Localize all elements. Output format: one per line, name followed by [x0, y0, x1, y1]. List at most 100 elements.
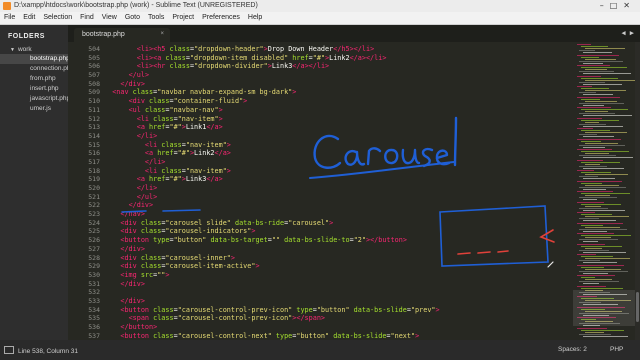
code-line[interactable]: <li><h5 class="dropdown-header">Drop Dow… [104, 45, 440, 54]
code-line[interactable]: <img src=""> [104, 271, 440, 280]
code-editor[interactable]: 504 505 506 507 508 509 510 511 512 513 514 515 516 5… [68, 42, 573, 340]
code-line[interactable]: <li class="nav-item"> [104, 167, 440, 176]
menu-help[interactable]: Help [244, 12, 266, 21]
minimap-line [579, 218, 599, 220]
minimize-icon[interactable]: – [600, 1, 610, 10]
close-icon[interactable]: ✕ [623, 1, 636, 10]
tab-bootstrap[interactable]: bootstrap.php × [74, 28, 170, 42]
sidebar-file-from[interactable]: from.php [0, 74, 68, 84]
code-line[interactable]: </button> [104, 323, 440, 332]
code-line[interactable]: <button type="button" data-bs-target="" … [104, 236, 440, 245]
minimap-line [577, 170, 594, 171]
minimap-line [583, 188, 606, 190]
menu-tools[interactable]: Tools [144, 12, 168, 21]
minimap-line [583, 146, 605, 148]
code-line[interactable]: <button class="carousel-control-next" ty… [104, 332, 440, 340]
minimap-line [577, 117, 602, 119]
menu-view[interactable]: View [98, 12, 121, 21]
code-line[interactable]: </div> [104, 80, 440, 89]
minimap-line [583, 115, 632, 117]
sidebar-file-umer[interactable]: umer.js [0, 104, 68, 114]
minimap-line [577, 285, 606, 287]
minimap-viewport[interactable] [573, 290, 635, 326]
menu-selection[interactable]: Selection [39, 12, 76, 21]
minimap-line [579, 144, 625, 146]
line-number: 514 [88, 131, 100, 140]
minimap[interactable] [573, 42, 635, 340]
code-line[interactable]: <button class="carousel-control-prev-ico… [104, 306, 439, 315]
minimap-line [579, 176, 598, 178]
code-line[interactable]: </ul> [104, 193, 440, 202]
minimap-line [579, 281, 619, 283]
syntax-setting[interactable]: PHP [610, 346, 623, 353]
menu-project[interactable]: Project [168, 12, 198, 21]
sidebar-file-javascript[interactable]: javascript.php [0, 94, 70, 104]
code-line[interactable]: <div class="container-fluid"> [104, 97, 440, 106]
code-line[interactable]: </nav> [104, 210, 440, 219]
folder-work[interactable]: ▼ work [0, 43, 68, 54]
code-line[interactable]: <div class="carousel slide" data-bs-ride… [104, 219, 440, 228]
code-line[interactable]: </ul> [104, 71, 440, 80]
minimap-line [577, 128, 593, 129]
minimap-line [585, 247, 602, 249]
tab-close-icon[interactable]: × [160, 31, 164, 37]
code-line[interactable]: <span class="carousel-control-prev-icon"… [104, 314, 440, 323]
maximize-icon[interactable]: □ [610, 1, 624, 10]
minimap-line [581, 130, 610, 132]
panel-toggle-icon[interactable] [4, 346, 14, 354]
code-line[interactable]: <div class="carousel-item-active"> [104, 262, 440, 271]
code-line[interactable]: <a href="#">Link1</a> [104, 123, 440, 132]
tab-nav-arrows-icon[interactable]: ◀ ▶ [621, 29, 634, 37]
minimap-line [585, 90, 626, 92]
code-line[interactable]: <ul class="navbar-nav"> [104, 106, 440, 115]
line-number: 526 [88, 236, 100, 245]
code-line[interactable]: </div> [104, 280, 440, 289]
sidebar-file-insert[interactable]: insert.php [0, 84, 68, 94]
line-number: 511 [88, 105, 100, 114]
code-line[interactable]: <li class="nav-item"> [104, 141, 440, 150]
code-line[interactable]: </div> [104, 297, 440, 306]
minimap-line [583, 335, 628, 337]
code-line[interactable]: <li><a class="dropdown-item disabled" hr… [104, 54, 440, 63]
minimap-line [581, 214, 612, 216]
menu-preferences[interactable]: Preferences [198, 12, 244, 21]
minimap-line [585, 132, 627, 134]
menu-bar: File Edit Selection Find View Goto Tools Projec… [0, 12, 640, 25]
minimap-line [581, 98, 600, 100]
minimap-line [579, 270, 628, 272]
minimap-line [579, 92, 596, 94]
code-line[interactable]: <div class="carousel-indicators"> [104, 227, 440, 236]
sidebar-file-connection[interactable]: connection.php [0, 64, 74, 74]
window-title: D:\xampp\htdocs\work\bootstrap.php (work… [14, 2, 258, 9]
indentation-setting[interactable]: Spaces: 2 [558, 346, 587, 353]
code-line[interactable]: </li> [104, 184, 440, 193]
code-line[interactable]: <a href="#">Link2</a> [104, 149, 440, 158]
code-line[interactable] [104, 288, 440, 297]
code-line[interactable]: </li> [104, 158, 440, 167]
line-number: 530 [88, 270, 100, 279]
minimap-line [579, 333, 611, 335]
line-number: 524 [88, 218, 100, 227]
line-number: 506 [88, 62, 100, 71]
code-line[interactable]: <a href="#">Link3</a> [104, 175, 440, 184]
menu-file[interactable]: File [0, 12, 19, 21]
code-line[interactable]: </div> [104, 201, 440, 210]
code-line[interactable]: </li> [104, 132, 440, 141]
scrollbar-thumb[interactable] [636, 292, 639, 322]
minimap-line [577, 212, 595, 213]
minimap-line [581, 119, 619, 121]
code-line[interactable]: <li class="nav-item"> [104, 115, 440, 124]
code-line[interactable]: <nav class="navbar navbar-expand-sm bg-d… [104, 88, 440, 97]
minimap-line [579, 165, 607, 167]
vertical-scrollbar[interactable] [635, 42, 640, 340]
sidebar-file-bootstrap[interactable]: bootstrap.php [0, 54, 70, 64]
code-line[interactable]: </div> [104, 245, 440, 254]
code-line[interactable]: <li><hr class="dropdown-divider">Link3</… [104, 62, 440, 71]
minimap-line [577, 191, 613, 192]
menu-find[interactable]: Find [76, 12, 98, 21]
line-number: 537 [88, 331, 100, 340]
menu-edit[interactable]: Edit [19, 12, 39, 21]
menu-goto[interactable]: Goto [121, 12, 144, 21]
code-line[interactable]: <div class="carousel-inner"> [104, 254, 440, 263]
code-area[interactable]: <li><h5 class="dropdown-header">Drop Dow… [104, 45, 440, 340]
